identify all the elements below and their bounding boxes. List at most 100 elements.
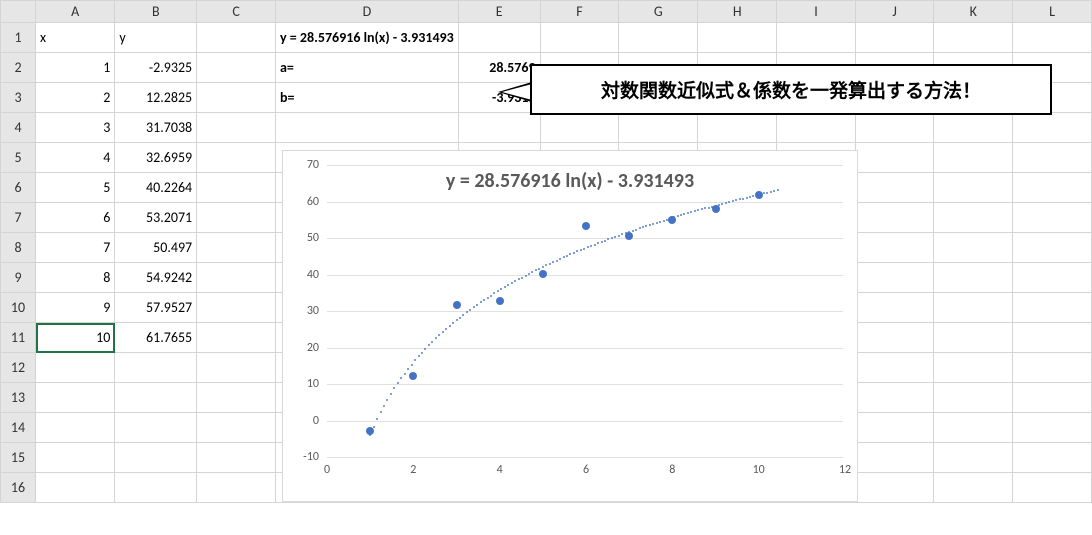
corner-cell[interactable]: [1, 1, 36, 23]
cell-K6[interactable]: [934, 173, 1013, 203]
cell-B6[interactable]: 40.2264: [115, 173, 197, 203]
cell-J1[interactable]: [855, 23, 934, 53]
cell-C10[interactable]: [197, 293, 276, 323]
cell-A2[interactable]: 1: [36, 53, 115, 83]
row-header-7[interactable]: 7: [1, 203, 36, 233]
cell-D1[interactable]: y = 28.576916 ln(x) - 3.931493: [276, 23, 459, 53]
cell-D2[interactable]: a=: [276, 53, 459, 83]
cell-L4[interactable]: [1013, 113, 1092, 143]
col-header-B[interactable]: B: [115, 1, 197, 23]
cell-L6[interactable]: [1013, 173, 1092, 203]
cell-L14[interactable]: [1013, 413, 1092, 443]
cell-E2[interactable]: 28.5769: [458, 53, 540, 83]
cell-A6[interactable]: 5: [36, 173, 115, 203]
cell-D4[interactable]: [276, 113, 459, 143]
cell-A1[interactable]: x: [36, 23, 115, 53]
cell-J15[interactable]: [855, 443, 934, 473]
cell-L7[interactable]: [1013, 203, 1092, 233]
cell-B16[interactable]: [115, 473, 197, 503]
cell-B15[interactable]: [115, 443, 197, 473]
cell-L13[interactable]: [1013, 383, 1092, 413]
cell-L16[interactable]: [1013, 473, 1092, 503]
cell-A8[interactable]: 7: [36, 233, 115, 263]
cell-C5[interactable]: [197, 143, 276, 173]
cell-B4[interactable]: 31.7038: [115, 113, 197, 143]
cell-C11[interactable]: [197, 323, 276, 353]
cell-J4[interactable]: [855, 113, 934, 143]
cell-K8[interactable]: [934, 233, 1013, 263]
cell-C14[interactable]: [197, 413, 276, 443]
col-header-C[interactable]: C: [197, 1, 276, 23]
cell-A10[interactable]: 9: [36, 293, 115, 323]
cell-B14[interactable]: [115, 413, 197, 443]
cell-H4[interactable]: [698, 113, 777, 143]
cell-A13[interactable]: [36, 383, 115, 413]
cell-K5[interactable]: [934, 143, 1013, 173]
data-point[interactable]: [668, 216, 676, 224]
cell-J6[interactable]: [855, 173, 934, 203]
row-header-8[interactable]: 8: [1, 233, 36, 263]
col-header-E[interactable]: E: [458, 1, 540, 23]
cell-I4[interactable]: [777, 113, 856, 143]
cell-G4[interactable]: [619, 113, 698, 143]
data-point[interactable]: [539, 270, 547, 278]
cell-C9[interactable]: [197, 263, 276, 293]
cell-L5[interactable]: [1013, 143, 1092, 173]
cell-B10[interactable]: 57.9527: [115, 293, 197, 323]
cell-K14[interactable]: [934, 413, 1013, 443]
row-header-5[interactable]: 5: [1, 143, 36, 173]
row-header-2[interactable]: 2: [1, 53, 36, 83]
cell-C15[interactable]: [197, 443, 276, 473]
col-header-A[interactable]: A: [36, 1, 115, 23]
cell-B2[interactable]: -2.9325: [115, 53, 197, 83]
row-header-16[interactable]: 16: [1, 473, 36, 503]
row-header-13[interactable]: 13: [1, 383, 36, 413]
row-header-3[interactable]: 3: [1, 83, 36, 113]
col-header-D[interactable]: D: [276, 1, 459, 23]
data-point[interactable]: [409, 372, 417, 380]
cell-L10[interactable]: [1013, 293, 1092, 323]
col-header-I[interactable]: I: [777, 1, 856, 23]
cell-A3[interactable]: 2: [36, 83, 115, 113]
cell-C12[interactable]: [197, 353, 276, 383]
row-header-4[interactable]: 4: [1, 113, 36, 143]
cell-C7[interactable]: [197, 203, 276, 233]
cell-A9[interactable]: 8: [36, 263, 115, 293]
row-header-1[interactable]: 1: [1, 23, 36, 53]
cell-F4[interactable]: [540, 113, 619, 143]
row-header-11[interactable]: 11: [1, 323, 36, 353]
cell-L15[interactable]: [1013, 443, 1092, 473]
cell-F1[interactable]: [540, 23, 619, 53]
cell-C16[interactable]: [197, 473, 276, 503]
cell-A12[interactable]: [36, 353, 115, 383]
cell-B12[interactable]: [115, 353, 197, 383]
row-header-14[interactable]: 14: [1, 413, 36, 443]
cell-B9[interactable]: 54.9242: [115, 263, 197, 293]
cell-B5[interactable]: 32.6959: [115, 143, 197, 173]
col-header-G[interactable]: G: [619, 1, 698, 23]
cell-A16[interactable]: [36, 473, 115, 503]
cell-K4[interactable]: [934, 113, 1013, 143]
cell-J5[interactable]: [855, 143, 934, 173]
cell-L12[interactable]: [1013, 353, 1092, 383]
cell-C8[interactable]: [197, 233, 276, 263]
data-point[interactable]: [755, 191, 763, 199]
data-point[interactable]: [712, 205, 720, 213]
cell-B8[interactable]: 50.497: [115, 233, 197, 263]
cell-A7[interactable]: 6: [36, 203, 115, 233]
cell-L1[interactable]: [1013, 23, 1092, 53]
data-point[interactable]: [496, 297, 504, 305]
cell-K9[interactable]: [934, 263, 1013, 293]
cell-K16[interactable]: [934, 473, 1013, 503]
cell-A5[interactable]: 4: [36, 143, 115, 173]
cell-C2[interactable]: [197, 53, 276, 83]
cell-J13[interactable]: [855, 383, 934, 413]
cell-E4[interactable]: [458, 113, 540, 143]
cell-K7[interactable]: [934, 203, 1013, 233]
cell-J12[interactable]: [855, 353, 934, 383]
cell-K12[interactable]: [934, 353, 1013, 383]
col-header-F[interactable]: F: [540, 1, 619, 23]
col-header-L[interactable]: L: [1013, 1, 1092, 23]
cell-B3[interactable]: 12.2825: [115, 83, 197, 113]
cell-H1[interactable]: [698, 23, 777, 53]
